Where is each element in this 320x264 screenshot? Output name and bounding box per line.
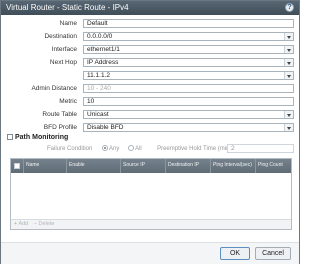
failure-condition-any-radio[interactable]	[101, 145, 108, 151]
dialog-title: Virtual Router - Static Route - IPv4	[6, 3, 129, 12]
next-hop-label: Next Hop	[49, 59, 77, 66]
table-header: Name Enable Source IP Destination IP Pin…	[11, 159, 291, 173]
title-bar[interactable]: Virtual Router - Static Route - IPv4 ?	[1, 1, 299, 15]
admin-distance-label: Admin Distance	[31, 85, 77, 92]
destination-input[interactable]: 0.0.0.0/0	[83, 32, 294, 41]
static-route-dialog: Virtual Router - Static Route - IPv4 ? N…	[0, 0, 300, 264]
bfd-profile-select[interactable]: Disable BFD	[83, 123, 294, 132]
column-header-enable[interactable]: Enable	[66, 159, 120, 173]
failure-condition-any-label: Any	[109, 146, 120, 152]
chevron-down-icon[interactable]	[284, 72, 293, 79]
destination-label: Destination	[44, 33, 77, 40]
interface-select[interactable]: ethernet1/1	[83, 45, 294, 54]
metric-label: Metric	[59, 98, 77, 105]
help-icon[interactable]: ?	[285, 3, 294, 12]
path-monitoring-label: Path Monitoring	[15, 134, 69, 141]
name-label: Name	[59, 20, 77, 27]
chevron-down-icon[interactable]	[284, 59, 293, 66]
metric-value: 10	[87, 98, 95, 105]
cancel-button[interactable]: Cancel	[255, 247, 291, 260]
name-input[interactable]: Default	[83, 19, 294, 28]
interface-label: Interface	[51, 46, 77, 53]
next-hop-value: IP Address	[87, 59, 119, 66]
route-table-value: Unicast	[87, 111, 109, 118]
failure-condition-all-label: All	[135, 146, 142, 152]
column-header-destination-ip[interactable]: Destination IP	[165, 159, 210, 173]
preemptive-hold-time-label: Preemptive Hold Time (min)	[157, 146, 232, 152]
admin-distance-input[interactable]: 10 - 240	[83, 84, 294, 93]
admin-distance-placeholder: 10 - 240	[87, 85, 111, 92]
route-table-label: Route Table	[42, 111, 77, 118]
destination-value: 0.0.0.0/0	[87, 33, 113, 40]
chevron-down-icon[interactable]	[284, 111, 293, 118]
path-monitoring-header[interactable]: Path Monitoring	[7, 133, 68, 142]
column-header-ping-count[interactable]: Ping Count	[255, 159, 291, 173]
table-toolbar: + Add − Delete	[11, 219, 291, 229]
next-hop-address-value: 11.1.1.2	[87, 72, 111, 79]
chevron-down-icon[interactable]	[284, 124, 293, 131]
column-header-ping-interval[interactable]: Ping Interval(sec)	[210, 159, 255, 173]
interface-value: ethernet1/1	[87, 46, 120, 53]
chevron-down-icon[interactable]	[284, 33, 293, 40]
route-table-select[interactable]: Unicast	[83, 110, 294, 119]
name-value: Default	[87, 20, 108, 27]
failure-condition-label: Failure Condition	[47, 146, 93, 152]
preemptive-hold-time-input[interactable]: 2	[227, 144, 294, 153]
chevron-down-icon[interactable]	[284, 46, 293, 53]
column-header-name[interactable]: Name	[23, 159, 66, 173]
next-hop-address-input[interactable]: 11.1.1.2	[83, 71, 294, 80]
metric-input[interactable]: 10	[83, 97, 294, 106]
add-button[interactable]: Add	[18, 221, 28, 227]
delete-button[interactable]: Delete	[39, 221, 55, 227]
failure-condition-all-radio[interactable]	[127, 145, 134, 151]
column-header-source-ip[interactable]: Source IP	[120, 159, 165, 173]
add-icon[interactable]: +	[14, 221, 17, 227]
bfd-profile-label: BFD Profile	[43, 124, 77, 131]
next-hop-select[interactable]: IP Address	[83, 58, 294, 67]
path-monitoring-checkbox[interactable]	[7, 134, 13, 140]
path-monitor-table: Name Enable Source IP Destination IP Pin…	[10, 158, 292, 230]
preemptive-hold-time-value: 2	[231, 145, 235, 152]
delete-icon[interactable]: −	[34, 221, 37, 227]
path-monitoring-options: Failure Condition Any All Preemptive Hol…	[47, 145, 231, 153]
ok-button[interactable]: OK	[220, 247, 250, 260]
dialog-footer: OK Cancel	[1, 242, 299, 264]
bfd-profile-value: Disable BFD	[87, 124, 124, 131]
select-all-checkbox[interactable]	[14, 163, 20, 169]
